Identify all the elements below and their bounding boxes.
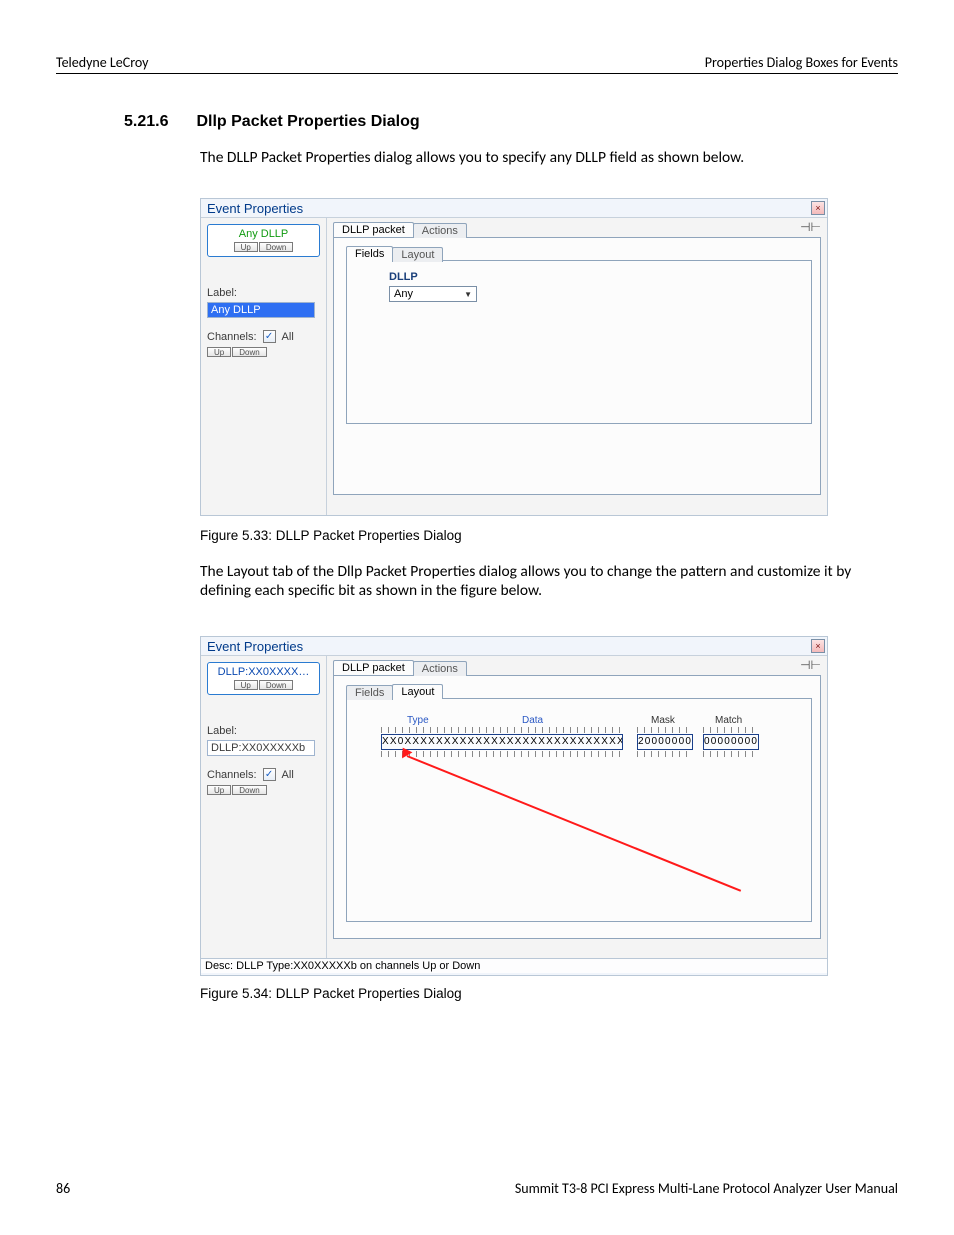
up-button[interactable]: Up [234, 680, 258, 690]
subtab-layout[interactable]: Layout [392, 684, 443, 699]
right-pane: ⊣⊢ DLLP packet Actions Fields Layout DLL… [327, 218, 827, 515]
pin-icon[interactable]: ⊣⊢ [800, 658, 821, 672]
event-node-name: DLLP:XX0XXXX… [212, 666, 315, 678]
section-title: Dllp Packet Properties Dialog [196, 113, 419, 130]
channel-up-button[interactable]: Up [207, 785, 231, 795]
header-right: Properties Dialog Boxes for Events [705, 54, 898, 71]
page-header: Teledyne LeCroy Properties Dialog Boxes … [56, 54, 898, 74]
ruler-bottom [381, 751, 623, 757]
page-number: 86 [56, 1180, 70, 1197]
tab-dllp-packet[interactable]: DLLP packet [333, 222, 414, 237]
channel-down-button[interactable]: Down [232, 785, 266, 795]
ruler-match-top [703, 727, 759, 733]
up-button[interactable]: Up [234, 242, 258, 252]
left-pane: Any DLLP Up Down Label: Any DLLP Channel… [201, 218, 327, 515]
event-node-name: Any DLLP [212, 228, 315, 240]
dialog-title: Event Properties [207, 639, 303, 654]
tab-dllp-packet[interactable]: DLLP packet [333, 660, 414, 675]
down-button[interactable]: Down [259, 680, 293, 690]
dllp-field-label: DLLP [389, 271, 801, 283]
subtab-layout[interactable]: Layout [392, 247, 443, 262]
section-heading: 5.21.6 Dllp Packet Properties Dialog [124, 113, 420, 131]
pointer-line [407, 755, 742, 892]
label-label: Label: [207, 725, 320, 737]
label-input[interactable]: Any DLLP [207, 302, 315, 318]
manual-title: Summit T3-8 PCI Express Multi-Lane Proto… [515, 1180, 898, 1197]
event-node[interactable]: DLLP:XX0XXXX… Up Down [207, 662, 320, 695]
layout-canvas: Type Data Mask Match XX0XXXXXXXXXXXXXXXX… [357, 709, 801, 909]
channels-label: Channels: [207, 331, 257, 343]
label-label: Label: [207, 287, 320, 299]
all-label: All [282, 769, 294, 781]
channel-down-button[interactable]: Down [232, 347, 266, 357]
figure-caption-1: Figure 5.33: DLLP Packet Properties Dial… [200, 528, 462, 543]
left-pane: DLLP:XX0XXXX… Up Down Label: DLLP:XX0XXX… [201, 656, 327, 958]
down-button[interactable]: Down [259, 242, 293, 252]
event-properties-dialog-2: Event Properties × DLLP:XX0XXXX… Up Down… [200, 636, 828, 976]
mask-label: Mask [651, 715, 675, 726]
data-label: Data [522, 715, 543, 726]
section-number: 5.21.6 [124, 113, 192, 131]
subtab-fields[interactable]: Fields [346, 246, 393, 261]
close-button[interactable]: × [811, 639, 825, 653]
typedata-bits[interactable]: XX0XXXXXXXXXXXXXXXXXXXXXXXXXXXXX [381, 734, 623, 750]
mid-paragraph: The Layout tab of the Dllp Packet Proper… [200, 562, 898, 601]
ruler-mask-top [637, 727, 693, 733]
chevron-down-icon: ▼ [464, 290, 472, 299]
right-pane: ⊣⊢ DLLP packet Actions Fields Layout Typ… [327, 656, 827, 958]
event-node[interactable]: Any DLLP Up Down [207, 224, 320, 257]
label-input[interactable]: DLLP:XX0XXXXXb [207, 740, 315, 756]
dllp-combo[interactable]: Any ▼ [389, 286, 477, 302]
mask-bits[interactable]: 20000000 [637, 734, 693, 750]
match-bits[interactable]: 00000000 [703, 734, 759, 750]
pin-icon[interactable]: ⊣⊢ [800, 220, 821, 234]
tab-actions[interactable]: Actions [413, 223, 467, 238]
event-properties-dialog-1: Event Properties × Any DLLP Up Down Labe… [200, 198, 828, 516]
intro-paragraph: The DLLP Packet Properties dialog allows… [200, 148, 898, 167]
dialog-title: Event Properties [207, 201, 303, 216]
page-footer: 86 Summit T3-8 PCI Express Multi-Lane Pr… [56, 1180, 898, 1197]
all-checkbox[interactable]: ✓ [263, 330, 276, 343]
channel-up-button[interactable]: Up [207, 347, 231, 357]
subtab-fields[interactable]: Fields [346, 685, 393, 700]
dllp-combo-value: Any [394, 288, 413, 300]
ruler-top [381, 727, 623, 733]
match-label: Match [715, 715, 742, 726]
ruler-mask-bottom [637, 751, 693, 757]
tab-actions[interactable]: Actions [413, 661, 467, 676]
ruler-match-bottom [703, 751, 759, 757]
figure-caption-2: Figure 5.34: DLLP Packet Properties Dial… [200, 986, 462, 1001]
fields-panel: DLLP Any ▼ [346, 260, 812, 424]
titlebar: Event Properties × [201, 199, 827, 217]
channels-label: Channels: [207, 769, 257, 781]
close-button[interactable]: × [811, 201, 825, 215]
type-label: Type [407, 715, 429, 726]
all-label: All [282, 331, 294, 343]
titlebar: Event Properties × [201, 637, 827, 655]
all-checkbox[interactable]: ✓ [263, 768, 276, 781]
header-left: Teledyne LeCroy [56, 54, 149, 71]
desc-bar: Desc: DLLP Type:XX0XXXXXb on channels Up… [201, 958, 827, 973]
layout-panel: Type Data Mask Match XX0XXXXXXXXXXXXXXXX… [346, 698, 812, 922]
